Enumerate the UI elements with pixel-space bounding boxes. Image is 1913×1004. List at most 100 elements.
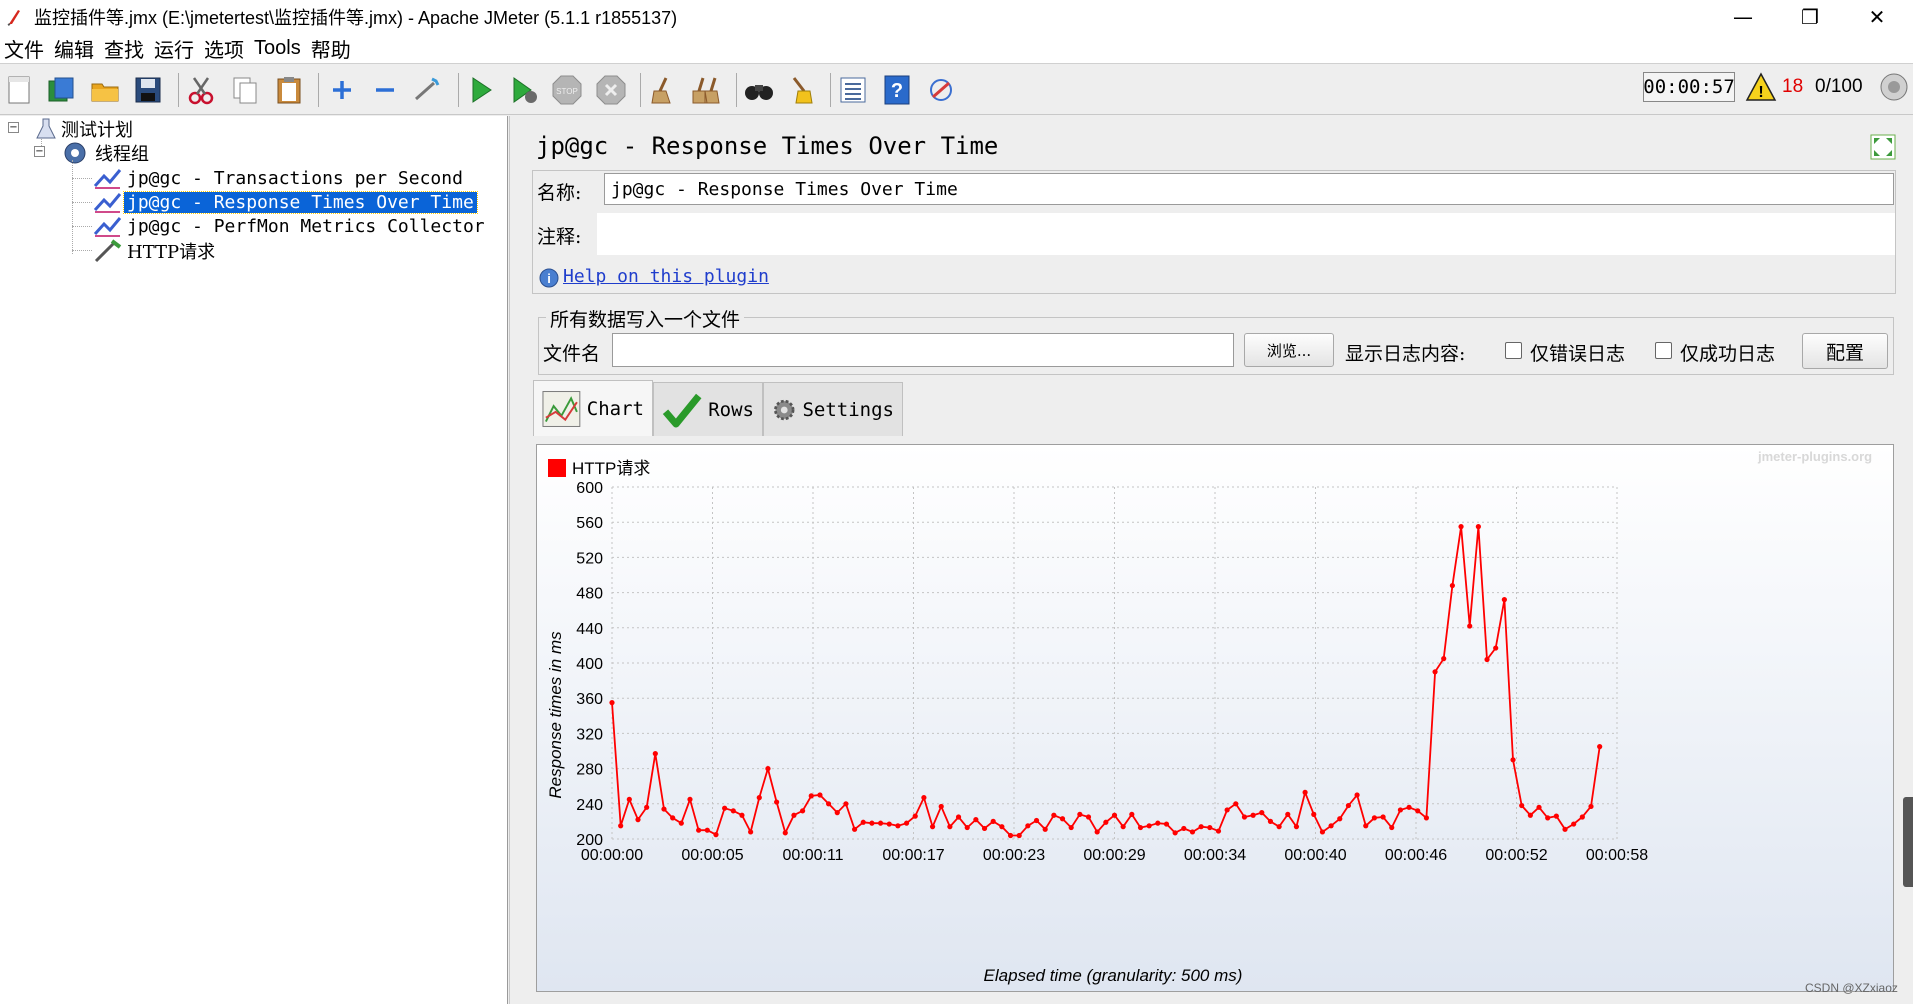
split-divider[interactable] [509,116,521,1004]
expand-all-button[interactable] [325,73,359,107]
start-button[interactable] [464,73,498,107]
maximize-panel-icon[interactable] [1870,134,1896,160]
tree-node-tps[interactable]: jp@gc - Transactions per Second [92,166,466,190]
svg-text:!: ! [1758,84,1763,101]
close-button[interactable]: ✕ [1847,0,1907,34]
collapse-plan-toggle[interactable]: − [8,122,19,133]
minimize-button[interactable]: — [1713,0,1773,34]
browse-label: 浏览... [1266,341,1312,360]
menu-file[interactable]: 文件 [0,34,50,63]
tree-line [72,202,92,203]
toolbar-separator [178,73,179,107]
data-point [1328,823,1334,829]
clear-button[interactable] [646,73,680,107]
data-point [947,824,953,830]
data-point [964,824,970,831]
open-button[interactable] [88,73,122,107]
data-point [1527,812,1533,818]
search-button[interactable] [742,73,776,107]
play-icon [472,77,492,103]
data-point [1163,821,1170,827]
success-only-label: 仅成功日志 [1680,343,1776,365]
success-only-checkbox[interactable] [1655,342,1672,359]
collapse-thread-group-toggle[interactable]: − [34,146,45,157]
templates-button[interactable] [44,73,78,107]
copy-button[interactable] [228,73,262,107]
tree-node-http-request[interactable]: HTTP请求 [92,238,218,264]
function-helper-button[interactable] [836,73,870,107]
name-field-value: jp@gc - Response Times Over Time [611,178,958,200]
data-point [1111,812,1118,818]
help-icon: ? [884,75,910,105]
remote-button[interactable] [924,73,958,107]
tab-settings[interactable]: Settings [763,382,903,436]
tree-node-perfmon[interactable]: jp@gc - PerfMon Metrics Collector [92,214,488,238]
x-axis-label: Elapsed time (granularity: 500 ms) [984,966,1243,985]
y-tick-label: 480 [576,586,603,603]
data-point [1423,815,1429,821]
data-point [1354,792,1360,798]
menu-edit[interactable]: 编辑 [50,34,100,63]
x-tick-label: 00:00:05 [681,847,743,864]
stop-button[interactable]: STOP [550,73,584,107]
errors-only-checkbox[interactable] [1505,342,1522,359]
menu-options[interactable]: 选项 [200,34,250,63]
data-point [782,830,788,836]
data-point [730,808,736,814]
y-tick-label: 600 [576,480,603,497]
data-point [1397,807,1404,813]
shutdown-button[interactable] [594,73,628,107]
data-point [921,795,927,801]
configure-button[interactable]: 配置 [1802,333,1888,369]
close-icon: ✕ [1868,5,1886,29]
tree-label: jp@gc - PerfMon Metrics Collector [127,215,485,237]
tab-chart[interactable]: Chart [533,380,653,436]
start-no-pause-button[interactable] [507,73,541,107]
help-plugin-link[interactable]: Help on this plugin [563,266,769,287]
data-point [1441,656,1447,662]
tab-label: Settings [802,398,894,421]
open-folder-icon [91,83,119,102]
data-point [1198,824,1204,830]
cut-button[interactable] [184,73,218,107]
data-point [877,820,884,826]
comment-field[interactable] [597,213,1895,255]
paste-button[interactable] [272,73,306,107]
y-tick-label: 320 [576,726,603,743]
browse-button[interactable]: 浏览... [1244,333,1334,367]
toggle-button[interactable] [410,73,444,107]
menu-run[interactable]: 运行 [150,34,200,63]
edge-scroll-handle[interactable] [1903,797,1913,887]
help-button[interactable]: ? [880,73,914,107]
file-name-input[interactable] [612,333,1234,367]
tree-node-response-times[interactable]: jp@gc - Response Times Over Time [92,190,478,214]
data-point [644,804,650,810]
tab-rows[interactable]: Rows [653,382,763,436]
status-indicator-icon [1880,73,1908,101]
error-count: 18 [1782,76,1804,97]
collapse-all-button[interactable] [368,73,402,107]
data-point [1033,817,1040,824]
y-tick-label: 280 [576,762,603,779]
data-point [1077,811,1083,817]
tree-node-test-plan[interactable]: 测试计划 [34,116,136,142]
save-icon [135,77,161,103]
data-point [1562,826,1568,832]
reset-search-button[interactable] [784,73,818,107]
data-point [1475,524,1481,530]
maximize-button[interactable]: ❐ [1780,0,1840,34]
data-point [999,824,1005,830]
new-button[interactable] [2,73,36,107]
thread-group-gear-icon [64,142,86,164]
warning-icon[interactable]: ! [1745,72,1777,102]
tab-label: Rows [708,398,754,421]
chart-panel: HTTP请求 200 240 280 320 360 400 440 480 520 560 600… [536,444,1894,992]
menu-search[interactable]: 查找 [100,34,150,63]
data-point [1233,801,1239,807]
checkmark-icon [662,393,702,427]
menu-tools[interactable]: Tools [250,37,307,60]
save-button[interactable] [131,73,165,107]
name-field[interactable]: jp@gc - Response Times Over Time [604,173,1894,205]
menu-help[interactable]: 帮助 [307,34,357,63]
clear-all-button[interactable] [690,73,724,107]
